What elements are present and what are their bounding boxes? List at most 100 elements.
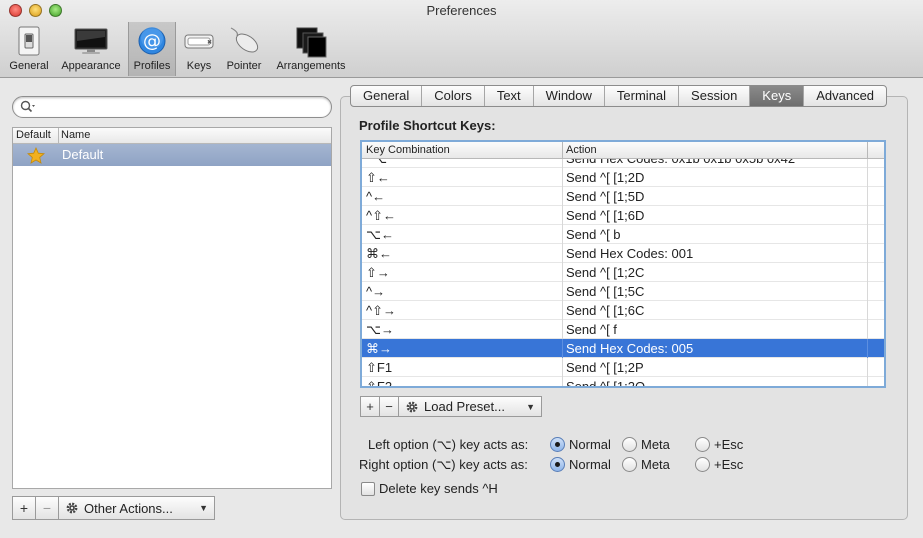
other-actions-label: Other Actions... [84,500,173,516]
remove-profile-button[interactable]: − [35,496,59,520]
toolbar-arrangements[interactable]: Arrangements [269,22,353,76]
left-option-meta-label: Meta [641,437,670,452]
profile-search-input[interactable] [39,99,324,115]
shortcut-keys-action-bar: + − Load Preset... ▼ [360,396,542,417]
profiles-list-header: Default Name [13,128,331,144]
left-option-esc-radio[interactable] [695,437,710,452]
left-option-esc-label: +Esc [714,437,744,452]
profile-row[interactable]: Default [13,144,331,166]
key-combination: ⇧→ [366,265,390,280]
delete-key-label: Delete key sends ^H [379,481,498,496]
key-combination: ^→ [366,284,386,299]
switch-icon [18,26,40,56]
key-combination: ⌘← [366,246,392,261]
window-toolbar: Preferences General Appearance @ Profile… [0,0,923,78]
key-action: Send ^[ [1;2P [566,360,644,375]
table-row-selected[interactable]: ⌘→ Send Hex Codes: 005 [362,339,884,358]
key-combination: ^← [366,189,386,204]
column-header-action[interactable]: Action [566,144,597,156]
window-title: Preferences [426,3,497,18]
column-header-name[interactable]: Name [61,129,90,141]
table-row[interactable]: ⌘← Send Hex Codes: 001 [362,244,884,263]
key-combination: ^⇧→ [366,303,396,318]
toolbar-label: Keys [186,60,212,72]
key-action: Send ^[ [1;6C [566,303,645,318]
at-sign-icon: @ [138,27,166,55]
table-row[interactable]: ^→ Send ^[ [1;5C [362,282,884,301]
key-combination: ⌥→ [366,322,394,337]
toolbar-label: Profiles [133,60,171,72]
right-option-normal-radio[interactable] [550,457,565,472]
table-row[interactable]: ^← Send ^[ [1;5D [362,187,884,206]
load-preset-popup[interactable]: Load Preset... ▼ [398,396,542,417]
key-combination: ⌥← [366,227,394,242]
tab-window[interactable]: Window [534,86,605,106]
key-action: Send ^[ f [566,322,617,337]
svg-text:@: @ [143,31,161,52]
table-row[interactable]: ^⇧→ Send ^[ [1;6C [362,301,884,320]
tab-session[interactable]: Session [679,86,751,106]
profiles-list: Default Name Default [12,127,332,489]
remove-shortcut-button[interactable]: − [379,396,399,417]
windows-stack-icon [296,27,327,58]
toolbar-keys[interactable]: ✖ Keys [178,22,220,76]
column-header-key-combination[interactable]: Key Combination [366,144,450,156]
table-row[interactable]: ⇧F2 Send ^[ [1;2Q [362,377,884,388]
profile-search [12,96,332,118]
toolbar-pointer[interactable]: Pointer [221,22,267,76]
load-preset-label: Load Preset... [424,399,505,414]
chevron-down-icon: ▼ [526,401,535,412]
right-option-normal-label: Normal [569,457,611,472]
mouse-icon [230,27,259,53]
toolbar-profiles[interactable]: @ Profiles [128,22,176,76]
key-action: Send ^[ [1;2C [566,265,645,280]
add-shortcut-button[interactable]: + [360,396,380,417]
gear-icon [66,502,78,514]
left-option-normal-label: Normal [569,437,611,452]
shortcut-keys-table: ^⌥Send Hex Codes: 0x1b 0x1b 0x5b 0x42 ⇧←… [360,140,886,388]
left-option-label: Left option (⌥) key acts as: [368,437,529,452]
monitor-icon [74,28,108,54]
table-row[interactable]: ^⇧← Send ^[ [1;6D [362,206,884,225]
key-action: Send ^[ [1;6D [566,208,645,223]
other-actions-popup[interactable]: Other Actions... ▼ [58,496,215,520]
right-option-meta-radio[interactable] [622,457,637,472]
shortcut-keys-rows: ^⌥Send Hex Codes: 0x1b 0x1b 0x5b 0x42 ⇧←… [362,149,884,388]
right-option-esc-radio[interactable] [695,457,710,472]
table-row[interactable]: ⌥← Send ^[ b [362,225,884,244]
toolbar-label: General [9,60,49,72]
tab-advanced[interactable]: Advanced [804,86,886,106]
key-action: Send ^[ [1;2D [566,170,645,185]
table-row[interactable]: ⇧← Send ^[ [1;2D [362,168,884,187]
tab-text[interactable]: Text [485,86,534,106]
toolbar-label: Pointer [226,60,262,72]
profiles-action-bar: + − Other Actions... ▼ [12,496,215,520]
delete-key-checkbox[interactable] [361,482,375,496]
key-action: Send ^[ [1;5D [566,189,645,204]
right-option-label: Right option (⌥) key acts as: [359,457,528,472]
tab-terminal[interactable]: Terminal [605,86,680,106]
key-action: Send ^[ [1;2Q [566,379,646,388]
profile-name: Default [62,147,104,162]
toolbar-label: Appearance [61,60,121,72]
left-option-normal-radio[interactable] [550,437,565,452]
right-option-meta-label: Meta [641,457,670,472]
tab-colors[interactable]: Colors [422,86,485,106]
tab-keys[interactable]: Keys [750,86,805,106]
tab-general[interactable]: General [351,86,423,106]
toolbar-general[interactable]: General [4,22,54,76]
toolbar-appearance[interactable]: Appearance [56,22,126,76]
table-row[interactable]: ⇧F1 Send ^[ [1;2P [362,358,884,377]
key-combination: ^⇧← [366,208,396,223]
key-action: Send Hex Codes: 001 [566,246,694,261]
star-icon [27,147,45,164]
column-header-default[interactable]: Default [16,129,51,141]
right-option-esc-label: +Esc [714,457,744,472]
table-row[interactable]: ⌥→ Send ^[ f [362,320,884,339]
add-profile-button[interactable]: + [12,496,36,520]
table-row[interactable]: ⇧→ Send ^[ [1;2C [362,263,884,282]
key-combination: ⇧← [366,170,390,185]
shortcut-keys-header: Key Combination Action [362,142,884,159]
left-option-meta-radio[interactable] [622,437,637,452]
key-combination: ⌘→ [366,341,392,356]
